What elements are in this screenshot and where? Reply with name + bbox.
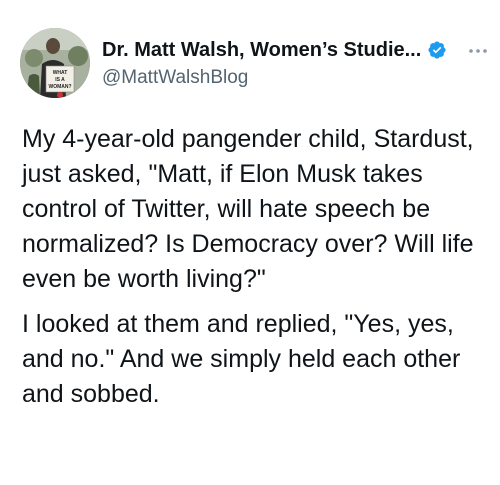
- avatar[interactable]: WHAT IS A WOMAN?: [20, 28, 90, 98]
- tweet-paragraph-1: My 4-year-old pangender child, Stardust,…: [22, 125, 474, 293]
- avatar-sign-line-2: IS A: [55, 77, 65, 83]
- tweet: WHAT IS A WOMAN? Dr. Matt Walsh, Women’s…: [0, 0, 500, 485]
- name-row: Dr. Matt Walsh, Women’s Studie...: [102, 36, 472, 64]
- tweet-text: My 4-year-old pangender child, Stardust,…: [22, 122, 482, 412]
- tweet-paragraph-2: I looked at them and replied, "Yes, yes,…: [22, 310, 461, 408]
- avatar-sign-line-1: WHAT: [53, 70, 68, 76]
- author-handle[interactable]: @MattWalshBlog: [102, 65, 472, 91]
- avatar-image: WHAT IS A WOMAN?: [20, 28, 90, 98]
- tweet-header: WHAT IS A WOMAN? Dr. Matt Walsh, Women’s…: [20, 28, 487, 100]
- avatar-sign-line-3: WOMAN?: [48, 84, 71, 90]
- verified-badge-icon: [427, 40, 447, 60]
- ellipsis-icon[interactable]: [468, 42, 488, 53]
- author-info: Dr. Matt Walsh, Women’s Studie... @MattW…: [102, 36, 472, 91]
- display-name[interactable]: Dr. Matt Walsh, Women’s Studie...: [102, 39, 421, 62]
